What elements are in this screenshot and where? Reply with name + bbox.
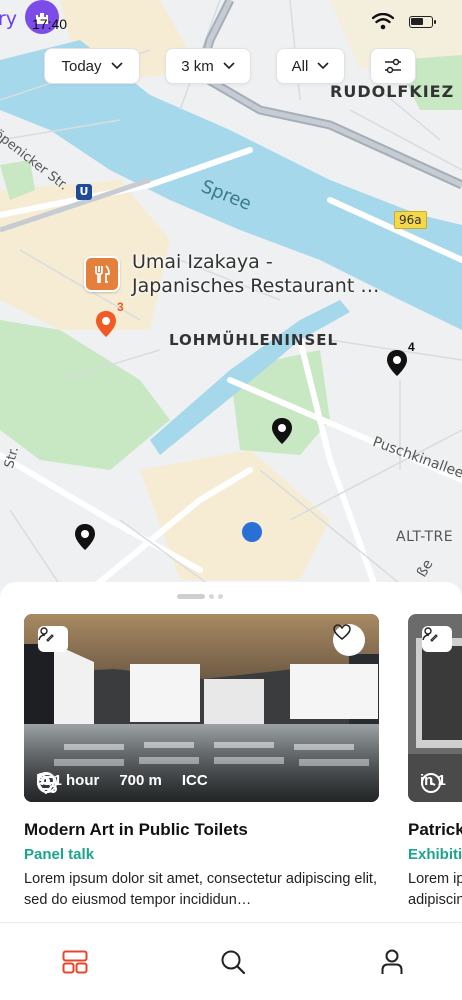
map-label-district: RUDOLFKIEZ	[330, 82, 455, 101]
search-icon	[221, 950, 246, 975]
event-meta: in 1 hour 700 m ICC	[36, 772, 228, 794]
category-filter-dropdown[interactable]: All	[276, 48, 345, 84]
event-time: in 1	[420, 772, 446, 793]
event-venue: ICC	[36, 772, 208, 794]
filter-settings-button[interactable]	[370, 48, 416, 84]
battery-icon	[409, 16, 436, 28]
nav-search-button[interactable]	[218, 947, 248, 977]
event-image: in 1	[408, 614, 462, 802]
pin-count: 4	[408, 340, 415, 354]
bottom-navigation	[0, 922, 462, 1000]
event-image: in 1 hour 700 m ICC	[24, 614, 379, 802]
profile-icon	[381, 949, 403, 974]
nav-profile-button[interactable]	[377, 947, 407, 977]
event-category: Exhibition	[408, 846, 462, 863]
heart-icon	[333, 624, 351, 640]
pin-count: 3	[117, 300, 124, 314]
map-pin[interactable]	[386, 349, 408, 377]
event-meta: in 1	[420, 772, 462, 793]
event-description: Lorem ipsum dolor sit amet, consectetur …	[24, 871, 377, 908]
chevron-down-icon	[317, 62, 329, 70]
carousel-indicator-active	[177, 594, 205, 599]
cards-icon	[62, 950, 88, 974]
favorite-button[interactable]	[333, 624, 365, 656]
app-name-fragment: ry	[0, 8, 18, 30]
event-title: Modern Art in Public Toilets	[24, 820, 248, 839]
events-sheet[interactable]: in 1 hour 700 m ICC Modern Art in Public…	[0, 582, 462, 922]
carousel-indicator	[209, 594, 214, 599]
category-filter-label: All	[291, 57, 309, 75]
event-card[interactable]: in 1 Patrick Exhibition Lorem ip adipisc…	[408, 614, 462, 911]
event-category: Panel talk	[24, 846, 95, 863]
event-venue-label: ICC	[181, 772, 208, 789]
date-filter-dropdown[interactable]: Today	[44, 48, 140, 84]
road-number-badge: 96a	[394, 211, 427, 229]
wifi-icon	[371, 12, 395, 35]
map-label-island: LOHMÜHLENINSEL	[169, 331, 339, 349]
event-title: Patrick	[408, 820, 462, 839]
map-pin[interactable]	[74, 523, 96, 551]
event-card[interactable]: in 1 hour 700 m ICC Modern Art in Public…	[24, 614, 379, 911]
date-filter-label: Today	[61, 57, 102, 75]
ubahn-icon: U	[76, 184, 92, 200]
carousel-indicator	[218, 594, 223, 599]
distance-filter-label: 3 km	[181, 57, 214, 75]
map-label-district: ALT-TRE	[396, 529, 454, 545]
restaurant-icon[interactable]	[84, 256, 120, 292]
chevron-down-icon	[110, 62, 123, 70]
poi-title[interactable]: Umai Izakaya - Japanisches Restaurant …	[132, 250, 379, 298]
nav-home-button[interactable]	[60, 947, 90, 977]
edit-person-icon	[422, 626, 452, 652]
event-description: Lorem ip adipiscin	[408, 871, 462, 908]
poi-title-line: Umai Izakaya -	[132, 251, 273, 273]
sliders-icon	[385, 58, 401, 74]
map-pin[interactable]	[271, 417, 293, 445]
status-time: 17:40	[32, 16, 68, 32]
clock-icon	[421, 773, 441, 793]
sheet-handle[interactable]	[177, 594, 223, 600]
poi-title-line: Japanisches Restaurant …	[132, 275, 380, 297]
map-pin-orange[interactable]	[95, 310, 117, 338]
status-bar: ry 17:40	[0, 0, 462, 44]
event-distance: 700 m	[37, 772, 162, 793]
event-distance-label: 700 m	[119, 772, 162, 789]
chevron-down-icon	[223, 62, 235, 70]
edit-person-icon	[38, 626, 68, 652]
user-location-dot	[242, 522, 262, 542]
location-pin-icon	[36, 772, 56, 794]
distance-filter-dropdown[interactable]: 3 km	[165, 48, 251, 84]
map-view[interactable]: ry 17:40 Today 3 km All RUDOLFKIEZ Köpen…	[0, 0, 462, 600]
